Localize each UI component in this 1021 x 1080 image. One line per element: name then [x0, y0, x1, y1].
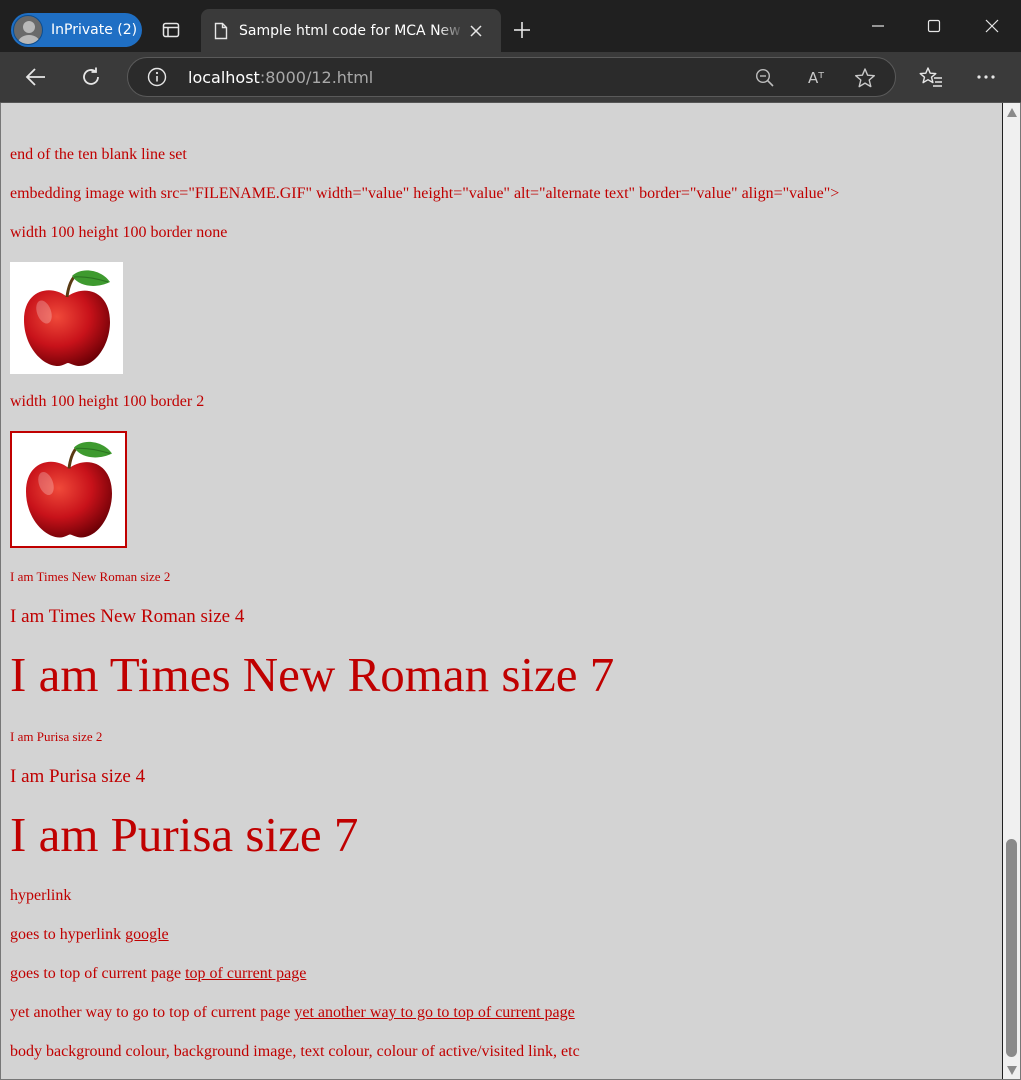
apple-image-bordered: [10, 431, 127, 548]
tab-active[interactable]: Sample html code for MCA New Students: [201, 9, 501, 52]
more-icon: [977, 75, 995, 79]
zoom-out-icon: [755, 68, 774, 87]
link-google[interactable]: google: [125, 926, 169, 943]
info-icon[interactable]: [147, 67, 167, 87]
url-path: :8000/12.html: [259, 68, 374, 87]
scroll-down-arrow-icon[interactable]: [1007, 1066, 1017, 1075]
text-line-end: end of the ten blank line set: [10, 146, 187, 163]
text-goes-top: goes to top of current page: [10, 965, 186, 982]
window-close-button[interactable]: [974, 12, 1010, 40]
line-google: goes to hyperlink google: [10, 926, 169, 944]
tab-actions-button[interactable]: [152, 13, 190, 47]
text-purisa-size-7: I am Purisa size 7: [10, 807, 359, 862]
favorite-button[interactable]: [852, 65, 878, 91]
text-purisa-size-2: I am Purisa size 2: [10, 729, 103, 744]
plus-icon: [514, 22, 530, 38]
close-icon[interactable]: [469, 24, 483, 38]
text-line-border-none: width 100 height 100 border none: [10, 224, 228, 241]
minimize-button[interactable]: [860, 12, 896, 40]
address-bar[interactable]: localhost:8000/12.html Aᵀ: [127, 57, 896, 97]
title-bar: InPrivate (2) Sample html code for MCA N…: [0, 0, 1021, 52]
refresh-icon: [83, 67, 99, 85]
text-line-embed: embedding image with src="FILENAME.GIF" …: [10, 185, 840, 202]
url-text: localhost:8000/12.html: [188, 68, 373, 87]
maximize-button[interactable]: [916, 12, 952, 40]
line-top-of-page: goes to top of current page top of curre…: [10, 965, 306, 983]
profile-label: InPrivate (2): [51, 22, 138, 38]
maximize-icon: [927, 19, 941, 33]
tab-actions-icon: [162, 22, 180, 38]
new-tab-button[interactable]: [508, 16, 536, 44]
window-frame-left: [0, 103, 1, 1080]
apple-image: [10, 262, 123, 374]
favorites-button[interactable]: [914, 61, 948, 93]
back-button[interactable]: [19, 61, 53, 93]
read-aloud-icon: Aᵀ: [807, 69, 825, 87]
line-another-way: yet another way to go to top of current …: [10, 1004, 575, 1022]
back-icon: [25, 68, 45, 86]
close-icon: [985, 19, 999, 33]
text-line-border-2: width 100 height 100 border 2: [10, 393, 205, 410]
text-another-way: yet another way to go to top of current …: [10, 1004, 295, 1021]
favorite-star-icon: [855, 68, 875, 88]
tab-title: Sample html code for MCA New Students: [239, 22, 465, 39]
zoom-out-button[interactable]: [752, 65, 778, 91]
more-button[interactable]: [969, 61, 1003, 93]
scrollbar-thumb[interactable]: [1006, 839, 1017, 1057]
text-goes-to: goes to hyperlink: [10, 926, 126, 943]
scroll-up-arrow-icon[interactable]: [1007, 108, 1017, 117]
text-body-background: body background colour, background image…: [10, 1043, 580, 1060]
text-hyperlink: hyperlink: [10, 887, 72, 904]
read-aloud-button[interactable]: Aᵀ: [803, 65, 829, 91]
document-icon: [214, 22, 228, 39]
link-another-way[interactable]: yet another way to go to top of current …: [294, 1004, 574, 1021]
vertical-scrollbar[interactable]: [1003, 103, 1020, 1079]
url-host: localhost: [188, 68, 260, 87]
text-times-size-4: I am Times New Roman size 4: [10, 606, 245, 627]
inprivate-profile-button[interactable]: InPrivate (2): [11, 13, 142, 47]
link-top-of-page[interactable]: top of current page: [185, 965, 306, 982]
page-viewport: end of the ten blank line set embedding …: [1, 103, 1002, 1079]
text-purisa-size-4: I am Purisa size 4: [10, 766, 146, 787]
refresh-button[interactable]: [74, 61, 108, 93]
favorites-icon: [919, 67, 942, 87]
minimize-icon: [872, 25, 884, 27]
text-times-size-2: I am Times New Roman size 2: [10, 569, 171, 584]
text-times-size-7: I am Times New Roman size 7: [10, 647, 615, 702]
browser-toolbar: localhost:8000/12.html Aᵀ: [0, 52, 1021, 102]
avatar-icon: [13, 15, 43, 45]
